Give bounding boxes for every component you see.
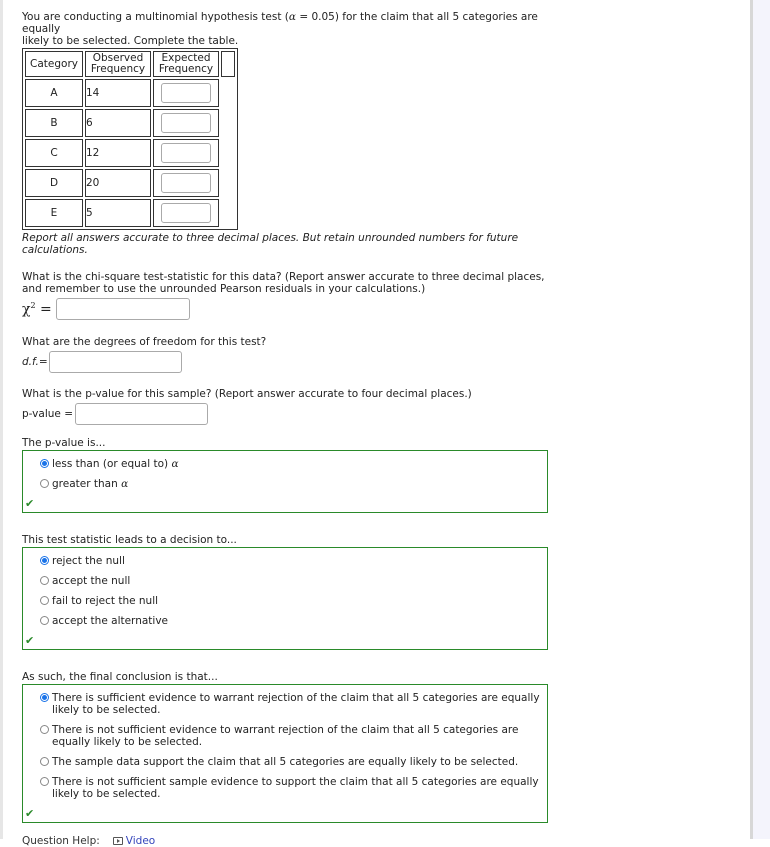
correct-check-icon: ✔ (25, 497, 35, 510)
option-conclusion-3[interactable]: The sample data support the claim that a… (23, 756, 547, 768)
observed-cell: 20 (85, 169, 151, 197)
category-cell: B (25, 109, 83, 137)
option-less-than-alpha[interactable]: less than (or equal to) α (23, 458, 547, 470)
p-value-compare-group: less than (or equal to) α greater than α… (22, 450, 548, 513)
p-value-question: What is the p-value for this sample? (Re… (22, 388, 472, 400)
radio-selected[interactable] (40, 459, 49, 468)
decision-label: This test statistic leads to a decision … (22, 534, 237, 546)
expected-cell (153, 169, 219, 197)
chi-square-row: χ2 = (22, 298, 548, 320)
decision-group: reject the null accept the null fail to … (22, 547, 548, 650)
option-conclusion-1[interactable]: There is sufficient evidence to warrant … (23, 692, 547, 716)
category-cell: C (25, 139, 83, 167)
p-value-label: p-value = (22, 408, 73, 420)
observed-cell: 6 (85, 109, 151, 137)
expected-input-d[interactable] (161, 173, 211, 193)
header-extra (221, 51, 235, 77)
frequency-table: Category Observed Frequency Expected Frequ… (22, 48, 238, 230)
radio-unselected[interactable] (40, 777, 49, 786)
alpha-symbol: α (288, 11, 296, 23)
category-cell: E (25, 199, 83, 227)
radio-unselected[interactable] (40, 757, 49, 766)
expected-input-e[interactable] (161, 203, 211, 223)
video-play-icon (112, 837, 123, 845)
p-value-compare-label: The p-value is... (22, 437, 106, 449)
df-label: d.f.= (22, 356, 48, 368)
option-reject-null[interactable]: reject the null (23, 555, 547, 567)
option-accept-null[interactable]: accept the null (23, 575, 547, 587)
left-border-strip (0, 0, 3, 839)
table-row: C 12 (25, 139, 235, 167)
observed-cell: 14 (85, 79, 151, 107)
option-conclusion-2[interactable]: There is not sufficient evidence to warr… (23, 724, 547, 748)
expected-cell (153, 79, 219, 107)
df-input[interactable] (48, 351, 182, 373)
expected-input-a[interactable] (161, 83, 211, 103)
observed-cell: 12 (85, 139, 151, 167)
question-help-label: Question Help: (22, 835, 100, 847)
side-panel (753, 0, 770, 839)
header-category: Category (25, 51, 83, 77)
table-row: D 20 (25, 169, 235, 197)
option-fail-to-reject-null[interactable]: fail to reject the null (23, 595, 547, 607)
question-help: Question Help: Video (22, 835, 548, 847)
correct-check-icon: ✔ (25, 634, 35, 647)
p-value-row: p-value = (22, 403, 548, 425)
expected-cell (153, 139, 219, 167)
observed-cell: 5 (85, 199, 151, 227)
expected-input-c[interactable] (161, 143, 211, 163)
radio-selected[interactable] (40, 693, 49, 702)
option-conclusion-4[interactable]: There is not sufficient sample evidence … (23, 776, 547, 800)
intro-text-line2: likely to be selected. Complete the tabl… (22, 35, 239, 47)
radio-unselected[interactable] (40, 616, 49, 625)
option-greater-than-alpha[interactable]: greater than α (23, 478, 547, 490)
expected-input-b[interactable] (161, 113, 211, 133)
radio-unselected[interactable] (40, 479, 49, 488)
conclusion-group: There is sufficient evidence to warrant … (22, 684, 548, 823)
expected-cell (153, 199, 219, 227)
chi-square-input[interactable] (55, 298, 190, 320)
category-cell: D (25, 169, 83, 197)
question-content: You are conducting a multinomial hypothe… (22, 11, 548, 847)
rounding-note: Report all answers accurate to three dec… (22, 232, 519, 256)
chi-square-question: What is the chi-square test-statistic fo… (22, 271, 545, 295)
radio-unselected[interactable] (40, 596, 49, 605)
p-value-input[interactable] (75, 403, 208, 425)
option-accept-alternative[interactable]: accept the alternative (23, 615, 547, 627)
table-row: A 14 (25, 79, 235, 107)
expected-cell (153, 109, 219, 137)
df-row: d.f.= (22, 351, 548, 373)
radio-selected[interactable] (40, 556, 49, 565)
table-row: E 5 (25, 199, 235, 227)
chi-square-symbol: χ2 = (22, 300, 52, 318)
intro-text: You are conducting a multinomial hypothe… (22, 11, 289, 23)
conclusion-label: As such, the final conclusion is that... (22, 671, 218, 683)
header-expected: Expected Frequency (153, 51, 219, 77)
video-link[interactable]: Video (112, 835, 155, 847)
table-row: B 6 (25, 109, 235, 137)
table-header-row: Category Observed Frequency Expected Frequ… (25, 51, 235, 77)
header-observed: Observed Frequency (85, 51, 151, 77)
question-intro: You are conducting a multinomial hypothe… (22, 11, 548, 47)
correct-check-icon: ✔ (25, 807, 35, 820)
radio-unselected[interactable] (40, 576, 49, 585)
df-question: What are the degrees of freedom for this… (22, 336, 267, 348)
category-cell: A (25, 79, 83, 107)
radio-unselected[interactable] (40, 725, 49, 734)
